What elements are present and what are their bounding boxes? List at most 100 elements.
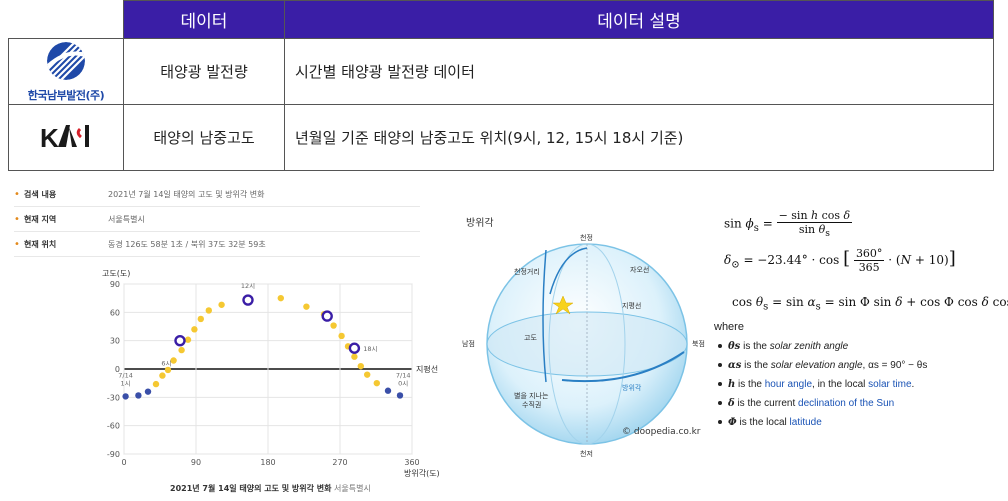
sphere-title: 방위각: [466, 216, 494, 229]
meridian-label: 자오선: [630, 265, 649, 274]
def-text-after: , in the local: [812, 379, 869, 390]
x-tick-label: 180: [260, 458, 275, 467]
row-desc: 년월일 기준 태양의 남중고도 위치(9시, 12, 15시 18시 기준): [284, 104, 994, 171]
kasi-logo: K: [40, 123, 89, 153]
chart-point: [122, 393, 129, 400]
chart-point: [384, 387, 392, 394]
bullet-icon: •: [14, 213, 20, 225]
chart-point: [330, 322, 337, 329]
y-tick-label: 60: [110, 308, 120, 317]
horizon-label: 지평선: [416, 364, 438, 374]
definition-list: θs is the solar zenith angle αs is the s…: [718, 341, 927, 427]
y-tick-label: -90: [107, 450, 120, 459]
bullet-icon: [718, 363, 722, 368]
kospo-logo-text: 한국남부발전(주): [27, 88, 105, 102]
azimuth-label: 방위각: [622, 383, 642, 392]
hour-marker: [321, 310, 333, 322]
chart-point: [364, 371, 371, 378]
chart-point: [351, 353, 358, 360]
def-emphasis: solar zenith angle: [769, 341, 849, 352]
y-tick-label: -30: [107, 393, 120, 402]
x-tick-label: 360: [404, 458, 419, 467]
bullet-icon: •: [14, 238, 20, 250]
bullet-icon: •: [14, 188, 20, 200]
info-value: 동경 126도 58분 1초 / 북위 37도 32분 59초: [108, 239, 266, 249]
def-emphasis: solar elevation angle: [770, 360, 863, 371]
row-name: 태양의 남중고도: [123, 104, 285, 171]
bullet-icon: [718, 401, 722, 406]
y-tick-label: 90: [110, 280, 120, 289]
chart-point: [197, 315, 204, 323]
hour-angle-link[interactable]: hour angle: [765, 379, 812, 390]
def-tail: .: [911, 379, 915, 390]
bullet-icon: [718, 382, 722, 387]
chart-point: [277, 294, 284, 302]
nadir-label: 천저: [580, 449, 593, 458]
celestial-sphere-diagram: 방위각 천정 천저 남점 북점 천정거리 자오선 지평선 고도 방위각 별을 지…: [462, 212, 712, 462]
hour-marker: [242, 294, 254, 306]
chart-caption-title: 2021년 7월 14일 태양의 고도 및 방위각 변화: [170, 484, 332, 493]
def-text: is the: [740, 341, 770, 352]
sun-path-chart: 90 60 30 0 -30 -60 -90 0 90 180 270 360 고도(도) 방위각(도) 지…: [88, 262, 458, 498]
sun-path-chart-svg: 9060300-30-60-900 90 180 270 360고도(도)방위각(도)지…: [102, 269, 440, 478]
south-label: 남점: [462, 339, 475, 348]
formula-declination: δ⊙ = −23.44° · cos [ 360° 365 · (N + 10)]: [724, 247, 956, 274]
table-header-desc: 데이터 설명: [284, 0, 994, 39]
x-axis-title: 방위각(도): [404, 468, 440, 478]
chart-point: [159, 372, 166, 379]
horizon-label: 지평선: [622, 301, 641, 310]
chart-point: [396, 392, 404, 399]
table-header-row: 데이터 데이터 설명: [8, 0, 994, 39]
y-tick-label: 30: [110, 337, 120, 346]
def-text-after: , αs = 90° − θs: [862, 360, 928, 371]
chart-point: [373, 379, 380, 387]
vertical-circle-line1: 별을 지나는: [514, 391, 549, 400]
row-desc: 시간별 태양광 발전량 데이터: [284, 38, 994, 105]
def-text: is the current: [734, 398, 799, 409]
chart-point: [191, 326, 198, 333]
kospo-logo: 한국남부발전(주): [27, 41, 105, 103]
chart-point: [303, 303, 310, 310]
chart-point: [338, 332, 345, 340]
table-row: K 태양의 남중고도 년월일 기준 태양의 남중고도 위치(9시, 12, 15…: [8, 104, 994, 171]
solar-time-link[interactable]: solar time: [868, 379, 911, 390]
vertical-circle-line2: 수직권: [522, 400, 541, 409]
chart-point: [205, 307, 212, 314]
data-label-line: 7/14: [396, 371, 411, 379]
declination-link[interactable]: declination of the Sun: [798, 398, 894, 409]
data-table: 데이터 데이터 설명 한국남부발전(주) 태양광 발전량 시간별 태양광 발전량…: [8, 0, 994, 171]
table-row: 한국남부발전(주) 태양광 발전량 시간별 태양광 발전량 데이터: [8, 38, 994, 105]
y-tick-label: -60: [107, 422, 120, 431]
north-label: 북점: [692, 340, 705, 348]
def-symbol: θs: [728, 341, 741, 352]
def-text: is the: [741, 360, 771, 371]
x-tick-label: 90: [191, 458, 201, 467]
formula-cos-theta: cos θs = sin αs = sin Φ sin δ + cos Φ co…: [732, 295, 1008, 313]
where-label: where: [714, 321, 744, 333]
kospo-logo-cell: 한국남부발전(주): [8, 38, 124, 105]
def-symbol: δ: [728, 398, 735, 409]
y-axis-title: 고도(도): [102, 269, 130, 278]
zenith-distance-label: 천정거리: [514, 267, 540, 276]
kospo-emblem-icon: [47, 41, 85, 80]
list-item: δ is the current declination of the Sun: [718, 398, 927, 417]
list-item: αs is the solar elevation angle, αs = 90…: [718, 360, 927, 379]
latitude-link[interactable]: latitude: [790, 417, 822, 427]
chart-caption-sub: 서울특별시: [334, 484, 371, 493]
info-label: 현재 지역: [24, 214, 57, 224]
def-text: is the local: [736, 417, 790, 427]
data-label-line: 7/14: [118, 371, 133, 379]
def-symbol: Φ: [728, 417, 737, 427]
info-label: 현재 위치: [24, 239, 57, 249]
data-label-line: 1시: [121, 379, 131, 387]
x-tick-label: 0: [121, 458, 126, 467]
frac-2: 360° 365: [853, 247, 885, 274]
data-label: 12시: [241, 282, 255, 290]
list-item: • 검색 내용 2021년 7월 14일 태양의 고도 및 방위각 변화: [14, 182, 420, 207]
def-symbol: αs: [728, 360, 742, 371]
list-item: h is the hour angle, in the local solar …: [718, 379, 927, 398]
search-info-list: • 검색 내용 2021년 7월 14일 태양의 고도 및 방위각 변화 • 현…: [14, 182, 420, 257]
chart-point: [164, 366, 172, 374]
table-header-data: 데이터: [123, 0, 285, 39]
data-label-line: 0시: [398, 379, 408, 387]
